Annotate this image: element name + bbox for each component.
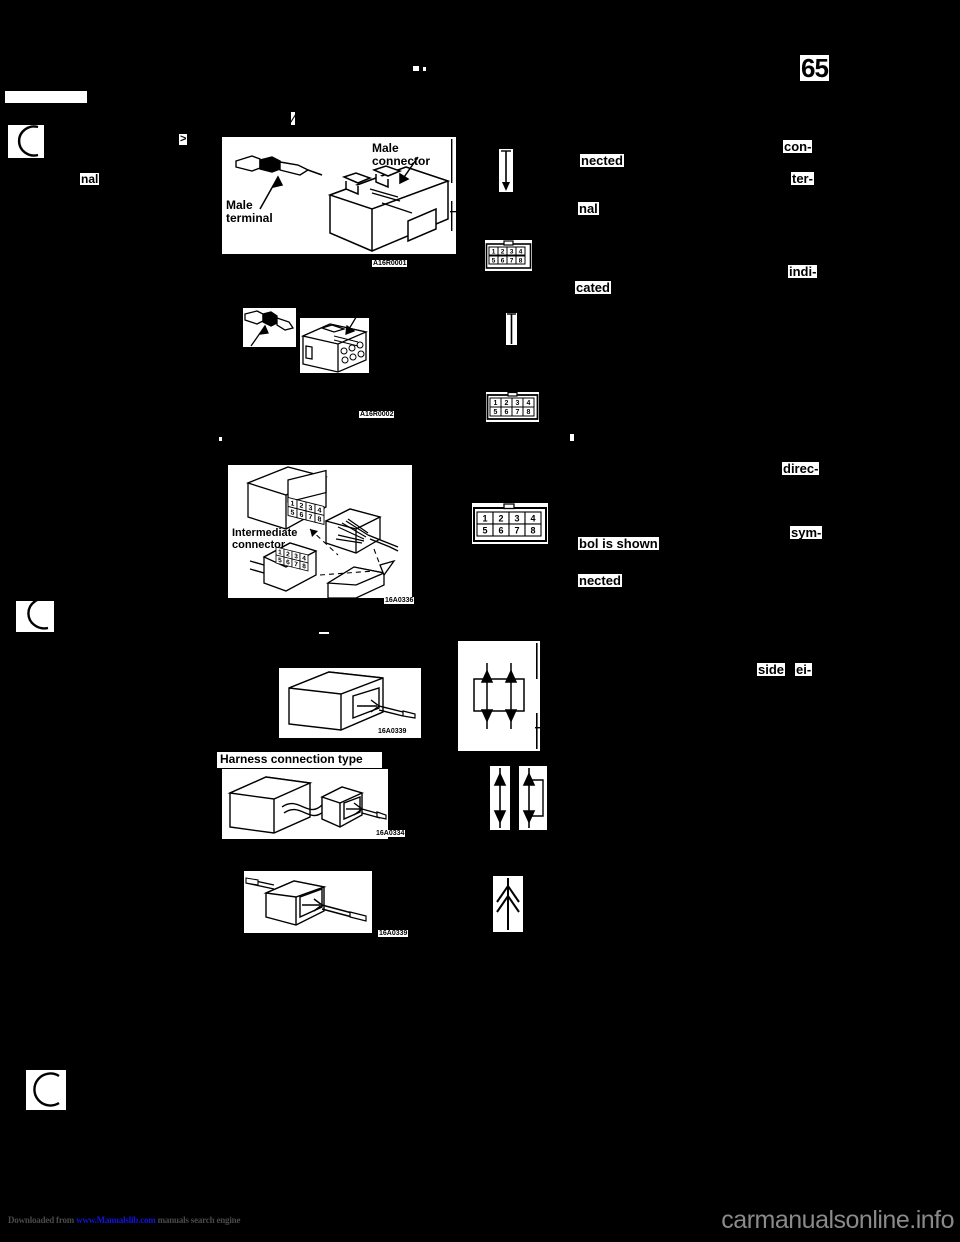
scan-artifact-dot-2 (423, 67, 426, 71)
svg-text:1: 1 (492, 249, 496, 256)
figure-code-a16r0002: A16R0002 (359, 411, 395, 418)
symbol-arrow-column-right (519, 766, 547, 830)
frag-artifact-left-1: ˃ (179, 133, 188, 145)
svg-text:4: 4 (530, 514, 535, 524)
svg-text:8: 8 (527, 409, 531, 416)
footer-download-prefix: Downloaded from (8, 1215, 77, 1225)
footer-watermark: carmanualsonline.info (721, 1206, 954, 1234)
scan-artifact-line-1 (319, 632, 329, 634)
crescent-artifact-2 (16, 601, 54, 632)
svg-text:6: 6 (498, 526, 503, 536)
svg-text:5: 5 (278, 557, 282, 565)
svg-text:5: 5 (492, 258, 496, 265)
label-male-terminal: Male terminal (226, 198, 273, 225)
scan-artifact-dot-3 (219, 437, 222, 441)
text-fragment-direc: direc- (782, 461, 820, 476)
svg-text:8: 8 (302, 563, 306, 571)
footer-download-suffix: manuals search engine (155, 1215, 241, 1225)
symbol-down-arrow-long (499, 149, 513, 192)
symbol-junction-box (458, 641, 540, 751)
page-number: 65 (800, 53, 829, 83)
text-fragment-ei: ei- (795, 662, 813, 677)
text-fragment-nal-mid: nal (578, 201, 599, 216)
svg-text:6: 6 (286, 559, 290, 567)
symbol-connector-pins-1: 12 34 56 78 (485, 240, 532, 271)
text-fragment-ter: ter- (791, 171, 814, 186)
svg-text:1: 1 (494, 400, 498, 407)
svg-text:5: 5 (291, 508, 295, 517)
svg-text:5: 5 (494, 409, 498, 416)
figure-code-16a0339-a: 16A0339 (377, 728, 408, 735)
symbol-arrow-column-left (490, 766, 510, 830)
label-harness-connection-type: Harness connection type (220, 752, 363, 766)
svg-text:6: 6 (505, 409, 509, 416)
symbol-arrow-single (493, 876, 523, 932)
svg-text:4: 4 (519, 249, 523, 256)
svg-text:6: 6 (501, 258, 505, 265)
figure-harness-connection (222, 769, 388, 839)
svg-text:7: 7 (309, 513, 313, 522)
text-fragment-cated: cated (575, 280, 611, 295)
frag-artifact-left-2: ∕ (291, 111, 296, 126)
symbol-vertical-bar (506, 313, 517, 345)
svg-text:2: 2 (286, 551, 290, 559)
figure-female-terminal (243, 308, 296, 347)
scanned-manual-page: 65 ˃ ∕ nal Male connector Male terminal … (0, 0, 960, 1242)
footer-download-text: Downloaded from www.Manualslib.com manua… (8, 1215, 240, 1225)
label-male-connector: Male connector (372, 141, 431, 168)
figure-code-a16r0001: A16R0001 (372, 260, 408, 267)
svg-text:8: 8 (519, 258, 523, 265)
svg-text:2: 2 (505, 400, 509, 407)
svg-text:3: 3 (516, 400, 520, 407)
symbol-connector-pins-3: 1 2 3 4 5 6 7 8 (472, 503, 548, 544)
text-fragment-nected-1: nected (580, 153, 624, 168)
svg-text:3: 3 (309, 504, 313, 513)
scan-background (0, 0, 960, 1190)
text-fragment-side: side (757, 662, 786, 677)
svg-text:4: 4 (302, 555, 306, 563)
figure-female-connector (300, 318, 369, 373)
svg-text:1: 1 (291, 499, 295, 508)
svg-text:8: 8 (318, 515, 322, 524)
svg-text:4: 4 (527, 400, 531, 407)
svg-text:5: 5 (482, 526, 487, 536)
svg-text:7: 7 (510, 258, 514, 265)
text-fragment-sym: sym- (790, 525, 823, 540)
text-fragment-con: con- (783, 139, 813, 154)
svg-text:3: 3 (510, 249, 514, 256)
figure-code-16a0334: 16A0334 (375, 830, 406, 837)
crescent-artifact-3 (26, 1070, 66, 1110)
scan-artifact-dot-4 (570, 434, 574, 441)
svg-text:7: 7 (514, 526, 519, 536)
svg-text:3: 3 (514, 514, 519, 524)
label-intermediate-connector: Intermediate connector (232, 527, 298, 551)
svg-text:7: 7 (294, 561, 298, 569)
figure-inline-splice (244, 871, 372, 933)
svg-text:6: 6 (300, 510, 304, 519)
text-fragment-nected-2: nected (578, 573, 622, 588)
text-fragment-bol-is-shown: bol is shown (578, 536, 659, 551)
svg-text:2: 2 (300, 501, 304, 510)
footer-download-link[interactable]: www.Manualslib.com (76, 1215, 156, 1225)
scan-artifact-dot-1 (413, 66, 419, 71)
crescent-artifact-1 (8, 125, 44, 158)
svg-text:4: 4 (318, 506, 322, 515)
figure-code-16a0339-b: 16A0339 (378, 930, 409, 937)
svg-text:7: 7 (516, 409, 520, 416)
svg-text:3: 3 (294, 553, 298, 561)
svg-text:2: 2 (498, 514, 503, 524)
svg-text:8: 8 (530, 526, 535, 536)
symbol-connector-pins-2: 12 34 56 78 (486, 392, 539, 422)
figure-code-16a0336: 16A0336 (384, 597, 415, 604)
redaction-bar (5, 91, 87, 103)
svg-text:2: 2 (501, 249, 505, 256)
text-fragment-indi: indi- (788, 264, 818, 279)
text-fragment-nal-left: nal (80, 172, 100, 186)
svg-text:1: 1 (482, 514, 487, 524)
